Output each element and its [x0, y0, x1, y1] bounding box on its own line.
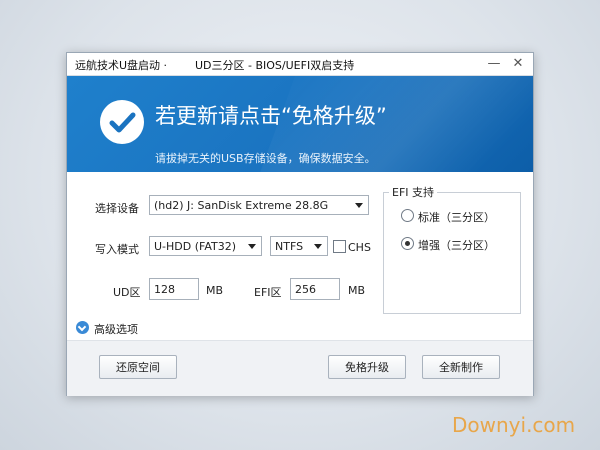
- chs-label: CHS: [348, 241, 371, 254]
- create-new-button[interactable]: 全新制作: [422, 355, 500, 379]
- restore-space-button[interactable]: 还原空间: [99, 355, 177, 379]
- window-title-app: 远航技术U盘启动 ·: [75, 59, 168, 72]
- device-label: 选择设备: [95, 202, 139, 215]
- efi-standard-radio[interactable]: [401, 209, 414, 222]
- chevron-down-icon: [248, 244, 256, 249]
- mode-select-value: U-HDD (FAT32): [154, 240, 237, 253]
- chs-checkbox[interactable]: [333, 240, 346, 253]
- chevron-down-icon: [355, 203, 363, 208]
- efi-standard-label[interactable]: 标准（三分区）: [418, 209, 495, 225]
- filesystem-select-value: NTFS: [275, 240, 304, 253]
- expand-chevron-icon[interactable]: [76, 321, 89, 334]
- app-window: 远航技术U盘启动 · UD三分区 - BIOS/UEFI双启支持 — ✕ 若更新…: [66, 52, 534, 396]
- title-bar[interactable]: 远航技术U盘启动 · UD三分区 - BIOS/UEFI双启支持 — ✕: [67, 53, 533, 76]
- mode-select[interactable]: U-HDD (FAT32): [149, 236, 262, 256]
- upgrade-button[interactable]: 免格升级: [328, 355, 406, 379]
- efi-enhanced-label[interactable]: 增强（三分区）: [418, 237, 495, 253]
- efi-support-title: EFI 支持: [389, 184, 438, 200]
- device-select-value: (hd2) J: SanDisk Extreme 28.8G: [154, 199, 329, 212]
- button-bar: 还原空间 免格升级 全新制作: [67, 340, 533, 396]
- chevron-down-icon: [314, 244, 322, 249]
- ud-unit-label: MB: [206, 284, 224, 297]
- efi-size-input[interactable]: 256: [290, 278, 340, 300]
- close-button[interactable]: ✕: [509, 55, 527, 73]
- advanced-options-link[interactable]: 高级选项: [94, 321, 138, 337]
- minimize-button[interactable]: —: [485, 55, 503, 73]
- efi-unit-label: MB: [348, 284, 366, 297]
- efi-label: EFI区: [254, 286, 282, 299]
- banner-subtitle: 请拔掉无关的USB存储设备，确保数据安全。: [155, 152, 376, 165]
- ud-label: UD区: [113, 286, 141, 299]
- watermark: Downyi.com: [452, 413, 576, 437]
- device-select[interactable]: (hd2) J: SanDisk Extreme 28.8G: [149, 195, 369, 215]
- window-title-subtitle: UD三分区 - BIOS/UEFI双启支持: [195, 59, 355, 72]
- header-banner: 若更新请点击“免格升级” 请拔掉无关的USB存储设备，确保数据安全。: [67, 76, 533, 172]
- mode-label: 写入模式: [95, 243, 139, 256]
- banner-title: 若更新请点击“免格升级”: [155, 104, 387, 128]
- radio-selected-dot: [405, 241, 410, 246]
- filesystem-select[interactable]: NTFS: [270, 236, 328, 256]
- efi-enhanced-radio[interactable]: [401, 237, 414, 250]
- check-icon: [100, 100, 144, 144]
- ud-size-input[interactable]: 128: [149, 278, 199, 300]
